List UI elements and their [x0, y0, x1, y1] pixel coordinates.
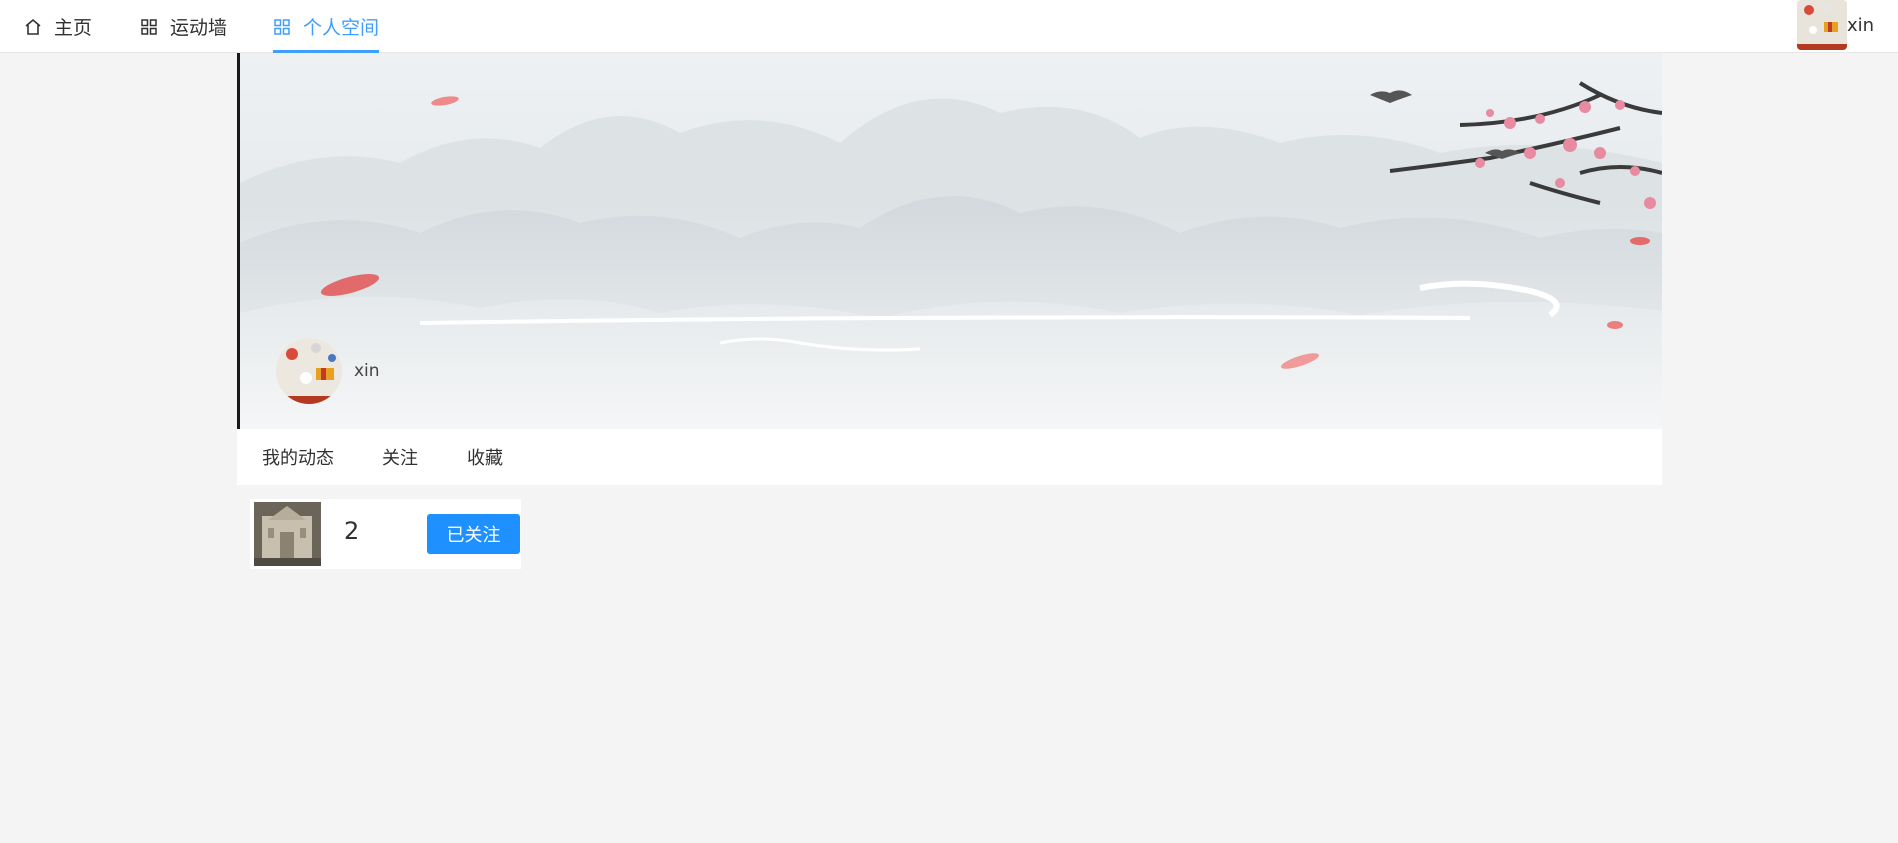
nav-item-sports-wall[interactable]: 运动墙 — [140, 0, 227, 53]
user-name: xin — [1846, 14, 1874, 36]
avatar[interactable] — [1796, 0, 1847, 50]
tab-my-posts[interactable]: 我的动态 — [262, 444, 334, 470]
nav-item-label: 主页 — [54, 17, 93, 39]
grid-icon — [141, 18, 157, 35]
follow-count: 2 — [344, 517, 360, 545]
nav-item-label: 个人空间 — [303, 17, 380, 39]
user-menu[interactable]: xin — [1796, 0, 1874, 50]
avatar[interactable] — [276, 338, 342, 404]
nav-item-home[interactable]: 主页 — [24, 0, 92, 53]
followed-user-avatar[interactable] — [254, 502, 321, 566]
nav-item-personal-space[interactable]: 个人空间 — [273, 0, 380, 53]
profile-tabs: 我的动态 关注 收藏 — [237, 429, 1662, 485]
followed-button[interactable]: 已关注 — [427, 514, 520, 554]
grid-icon — [274, 18, 290, 35]
following-card: 2 已关注 — [250, 499, 521, 569]
nav-item-label: 运动墙 — [170, 17, 228, 39]
tab-following[interactable]: 关注 — [382, 444, 418, 470]
profile-header: xin — [276, 338, 380, 404]
tab-favorites[interactable]: 收藏 — [467, 444, 503, 470]
landscape-illustration — [240, 81, 1662, 429]
profile-banner: xin — [237, 53, 1662, 429]
top-navbar: 主页 运动墙 个人空间 xin — [0, 0, 1898, 53]
profile-user-name: xin — [354, 361, 380, 381]
home-icon — [25, 18, 41, 35]
